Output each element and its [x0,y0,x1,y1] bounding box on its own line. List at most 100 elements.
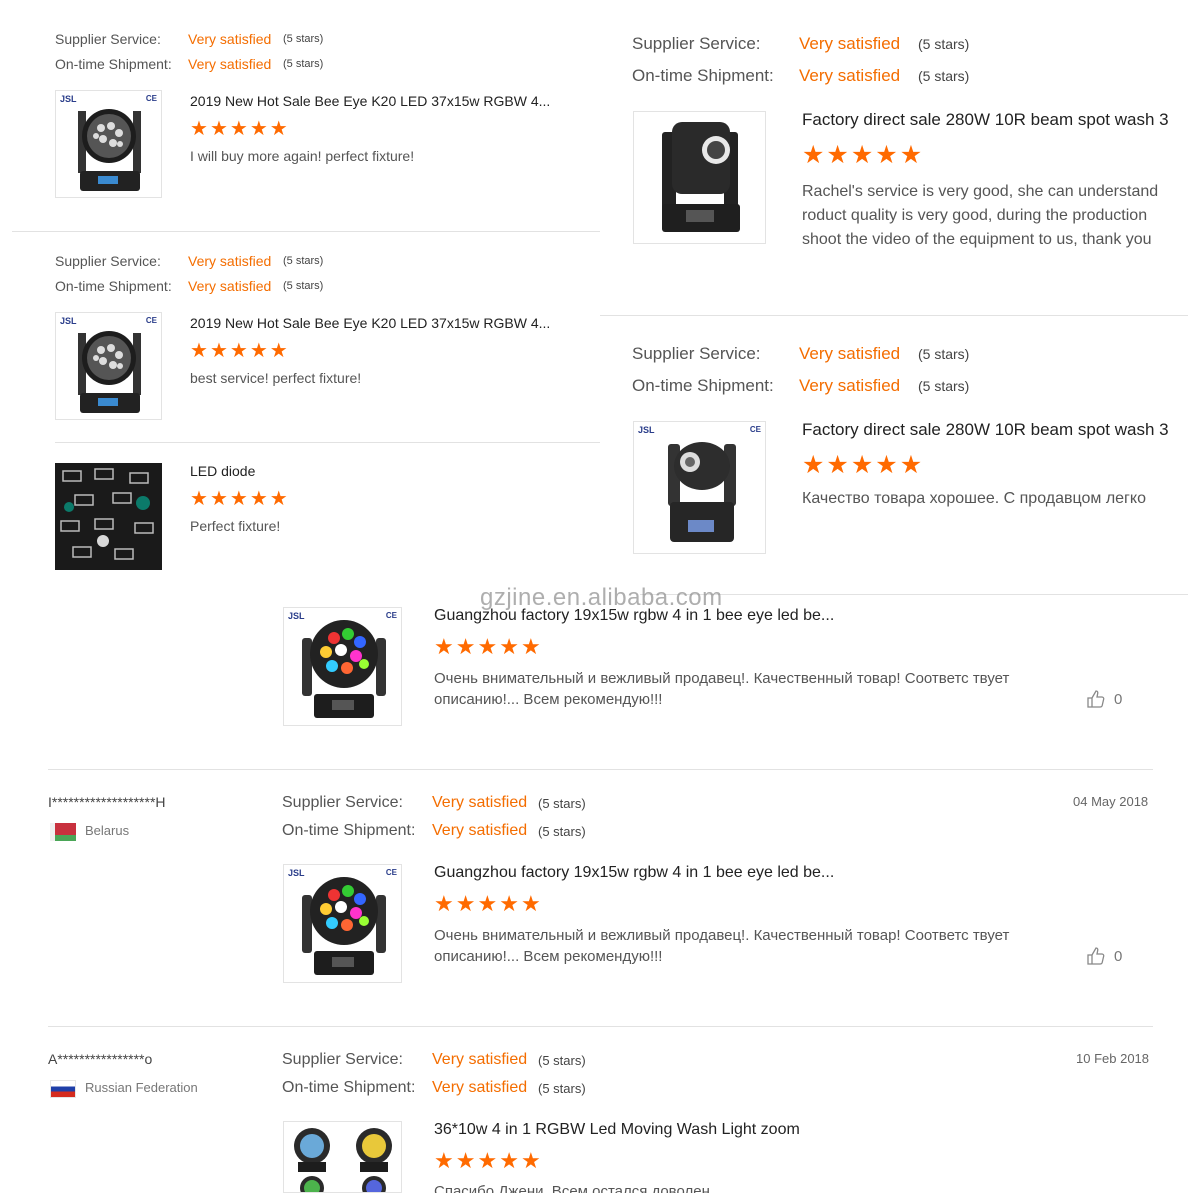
star-icon: ★ [209,340,228,362]
product-thumbnail[interactable]: JSL CE [55,312,162,420]
thumbs-up-icon [1087,690,1105,708]
product-thumbnail[interactable] [283,1121,402,1193]
review-comment: best service! perfect fixture! [190,370,362,386]
supplier-service-rating: Very satisfied [799,34,901,53]
ontime-shipment-rating: Very satisfied [432,822,528,839]
star-icon: ★ [190,118,208,140]
review-comment: Качество товара хорошее. С продавцом лег… [802,490,1146,507]
star-icon: ★ [229,118,248,140]
star-icon: ★ [434,1148,454,1173]
product-thumbnail[interactable] [633,111,766,244]
star-icon: ★ [209,488,228,510]
product-thumbnail[interactable]: JSL CE [283,607,402,726]
like-count: 0 [1114,690,1123,708]
product-thumbnail[interactable]: JSL CE [633,421,766,554]
product-title[interactable]: 36*10w 4 in 1 RGBW Led Moving Wash Light… [434,1121,854,1139]
belarus-flag-icon [50,823,76,841]
star-icon: ★ [899,451,923,479]
rating-stars: ★ ★ ★ ★ ★ [190,119,288,139]
ce-mark: CE [145,316,157,325]
moving-head-beeeye-image [78,331,141,413]
brand-logo: JSL [288,868,305,878]
star-icon: ★ [802,141,825,169]
star-icon: ★ [875,451,898,479]
star-icon: ★ [499,1148,519,1173]
supplier-service-label: Supplier Service: [55,253,161,269]
rating-stars: ★ ★ ★ ★ ★ [190,489,288,509]
star-icon: ★ [875,141,898,169]
ontime-shipment-rating: Very satisfied [188,56,272,72]
product-title[interactable]: Factory direct sale 280W 10R beam spot w… [802,110,1188,130]
supplier-service-stars: (5 stars) [918,346,970,362]
ontime-shipment-label: On-time Shipment: [632,376,774,395]
divider [12,231,600,232]
product-thumbnail[interactable]: JSL CE [55,90,162,198]
star-icon: ★ [229,340,248,362]
divider [48,769,1153,770]
ontime-shipment-label: On-time Shipment: [282,1079,416,1096]
rating-stars: ★ ★ ★ ★ ★ [434,636,541,658]
supplier-service-rating: Very satisfied [432,794,528,811]
star-icon: ★ [269,340,288,362]
ce-mark: CE [749,425,761,434]
supplier-service-stars: (5 stars) [283,33,324,45]
star-icon: ★ [455,1148,476,1173]
reviewer-name: I*******************H [48,794,166,810]
like-button[interactable]: 0 [1086,689,1122,709]
supplier-service-rating: Very satisfied [432,1051,528,1068]
site-watermark: gzjine.en.alibaba.com [480,584,723,611]
star-icon: ★ [455,634,476,659]
ce-mark: CE [385,868,397,877]
ontime-shipment-label: On-time Shipment: [632,66,774,85]
product-title[interactable]: Guangzhou factory 19x15w rgbw 4 in 1 bee… [434,864,854,882]
moving-head-beeeye-image [78,109,141,191]
star-icon: ★ [850,451,874,479]
review-comment: Perfect fixture! [190,518,281,534]
ontime-shipment-rating: Very satisfied [799,376,901,395]
ontime-shipment-stars: (5 stars) [283,280,324,292]
product-thumbnail[interactable] [55,463,162,570]
brand-logo: JSL [60,316,77,326]
star-icon: ★ [802,451,825,479]
product-title[interactable]: Factory direct sale 280W 10R beam spot w… [802,420,1188,440]
star-icon: ★ [434,634,454,659]
ontime-shipment-stars: (5 stars) [538,1081,586,1096]
star-icon: ★ [434,891,454,916]
product-thumbnail[interactable]: JSL CE [283,864,402,983]
product-title[interactable]: 2019 New Hot Sale Bee Eye K20 LED 37x15w… [190,315,550,331]
review-comment: Очень внимательный и вежливый продавец!.… [434,670,1010,708]
product-title[interactable]: LED diode [190,463,550,479]
ontime-shipment-rating: Very satisfied [188,278,272,294]
product-title[interactable]: 2019 New Hot Sale Bee Eye K20 LED 37x15w… [190,93,550,109]
ontime-shipment-stars: (5 stars) [538,824,586,839]
star-icon: ★ [826,141,849,169]
star-icon: ★ [499,891,519,916]
rating-stars: ★ ★ ★ ★ ★ [802,143,922,168]
star-icon: ★ [209,118,228,140]
moving-head-beam-image [668,442,736,542]
supplier-service-stars: (5 stars) [918,36,970,52]
supplier-service-label: Supplier Service: [632,34,761,53]
review-date: 04 May 2018 [1073,794,1149,809]
moving-head-rgbw-image [302,877,386,975]
star-icon: ★ [899,141,923,169]
like-button[interactable]: 0 [1086,946,1122,966]
moving-head-beam-image [662,122,740,232]
ontime-shipment-rating: Very satisfied [799,66,901,85]
rating-stars: ★ ★ ★ ★ ★ [434,893,541,915]
star-icon: ★ [249,340,268,362]
star-icon: ★ [477,634,498,659]
supplier-service-rating: Very satisfied [188,253,272,269]
ce-mark: CE [385,611,397,620]
ontime-shipment-rating: Very satisfied [432,1079,528,1096]
review-comment-clip: Спасибо Джени. Всем остался доволен [434,1181,1024,1193]
supplier-service-label: Supplier Service: [282,794,403,811]
star-icon: ★ [249,118,268,140]
divider [48,1026,1153,1027]
like-count: 0 [1114,947,1123,965]
star-icon: ★ [499,634,519,659]
rating-stars: ★ ★ ★ ★ ★ [190,341,288,361]
star-icon: ★ [477,891,498,916]
supplier-service-label: Supplier Service: [632,344,761,363]
rating-stars: ★ ★ ★ ★ ★ [802,453,922,478]
